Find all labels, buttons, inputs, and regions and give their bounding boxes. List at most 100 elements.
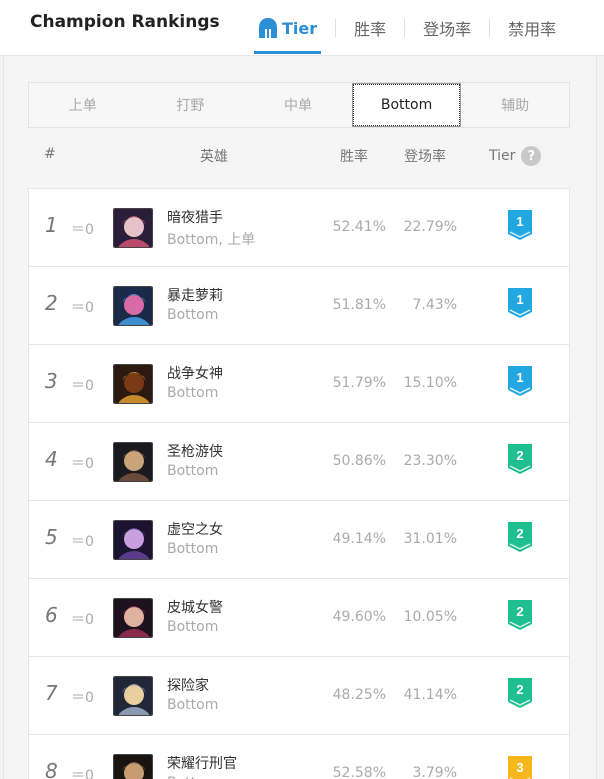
rank-change: ＝0 — [71, 768, 94, 779]
pick-rate: 7.43% — [412, 297, 457, 313]
win-rate: 49.60% — [332, 609, 386, 625]
win-rate: 51.81% — [332, 297, 386, 313]
pick-rate: 41.14% — [403, 687, 457, 703]
tier-value: 2 — [516, 526, 523, 541]
tab-banrate-label: 禁用率 — [508, 20, 557, 39]
tab-winrate-label: 胜率 — [354, 20, 387, 39]
rank-number: 5 — [45, 525, 58, 549]
champion-portrait-icon — [114, 521, 152, 559]
champion-name[interactable]: 圣枪游侠 — [167, 441, 223, 461]
champion-role: Bottom, 上单 — [167, 232, 256, 248]
champion-avatar[interactable] — [113, 754, 153, 779]
rank-change: ＝0 — [71, 534, 94, 550]
position-tab-jungle[interactable]: 打野 — [137, 83, 245, 127]
champion-name[interactable]: 虚空之女 — [167, 519, 223, 539]
tier-value: 3 — [516, 760, 523, 775]
champion-portrait-icon — [114, 599, 152, 637]
position-tabs: 上单 打野 中单 Bottom 辅助 — [28, 82, 570, 128]
tier-badge: 1 — [507, 287, 533, 319]
tier-badge: 2 — [507, 677, 533, 709]
position-tab-bottom[interactable]: Bottom — [351, 83, 462, 127]
column-header-rank: # — [44, 146, 56, 162]
champion-avatar[interactable] — [113, 364, 153, 404]
win-rate: 52.58% — [332, 765, 386, 779]
tier-value: 2 — [516, 682, 523, 697]
tab-tier[interactable]: Tier — [252, 0, 323, 56]
column-header-winrate[interactable]: 胜率 — [340, 146, 368, 166]
rank-number: 8 — [45, 759, 58, 779]
champion-avatar[interactable] — [113, 442, 153, 482]
champion-avatar[interactable] — [113, 520, 153, 560]
tab-divider — [489, 19, 491, 37]
tier-value: 1 — [516, 370, 523, 385]
win-rate: 49.14% — [332, 531, 386, 547]
rank-number: 3 — [45, 369, 58, 393]
tier-badge-icon: 2 — [508, 600, 532, 630]
table-row[interactable]: 6 ＝0 皮城女警 Bottom 49.60% 10.05% 2 — [29, 579, 569, 657]
tier-badge: 1 — [507, 209, 533, 241]
ranking-tabs: Tier 胜率 登场率 禁用率 — [252, 0, 562, 56]
pick-rate: 3.79% — [412, 765, 457, 779]
tab-tier-label: Tier — [282, 18, 318, 38]
champion-role: Bottom — [167, 775, 218, 779]
table-row[interactable]: 1 ＝0 暗夜猎手 Bottom, 上单 52.41% 22.79% 1 — [29, 189, 569, 267]
tab-divider — [404, 19, 406, 37]
champion-name[interactable]: 暴走萝莉 — [167, 285, 223, 305]
champion-portrait-icon — [114, 209, 152, 247]
help-icon[interactable]: ? — [521, 146, 542, 166]
table-row[interactable]: 3 ＝0 战争女神 Bottom 51.79% 15.10% 1 — [29, 345, 569, 423]
position-tab-mid[interactable]: 中单 — [244, 83, 352, 127]
champion-avatar[interactable] — [113, 598, 153, 638]
tier-badge-icon: 1 — [508, 210, 532, 240]
rank-change: ＝0 — [71, 612, 94, 628]
tier-badge-icon: 3 — [508, 756, 532, 779]
tier-badge-icon: 1 — [508, 288, 532, 318]
tier-badge-icon: 1 — [508, 366, 532, 396]
rank-change: ＝0 — [71, 222, 94, 238]
rank-change: ＝0 — [71, 300, 94, 316]
tier-badge: 2 — [507, 443, 533, 475]
rank-change: ＝0 — [71, 456, 94, 472]
pick-rate: 22.79% — [403, 219, 457, 235]
rank-change: ＝0 — [71, 690, 94, 706]
champion-name[interactable]: 暗夜猎手 — [167, 207, 223, 227]
win-rate: 51.79% — [332, 375, 386, 391]
helmet-icon — [259, 18, 277, 38]
position-tab-top[interactable]: 上单 — [29, 83, 137, 127]
column-header-pickrate[interactable]: 登场率 — [404, 146, 446, 166]
champion-name[interactable]: 荣耀行刑官 — [167, 753, 237, 773]
tier-value: 1 — [516, 214, 523, 229]
table-row[interactable]: 5 ＝0 虚空之女 Bottom 49.14% 31.01% 2 — [29, 501, 569, 579]
rank-change: ＝0 — [71, 378, 94, 394]
champion-role: Bottom — [167, 541, 219, 557]
champion-portrait-icon — [114, 443, 152, 481]
champion-avatar[interactable] — [113, 286, 153, 326]
ranking-list: 1 ＝0 暗夜猎手 Bottom, 上单 52.41% 22.79% 1 2 ＝… — [28, 188, 570, 779]
tab-banrate[interactable]: 禁用率 — [502, 0, 562, 56]
tier-badge: 2 — [507, 521, 533, 553]
champion-name[interactable]: 探险家 — [167, 675, 209, 695]
tier-badge-icon: 2 — [508, 522, 532, 552]
table-row[interactable]: 4 ＝0 圣枪游侠 Bottom 50.86% 23.30% 2 — [29, 423, 569, 501]
tier-value: 1 — [516, 292, 523, 307]
champion-avatar[interactable] — [113, 208, 153, 248]
champion-portrait-icon — [114, 287, 152, 325]
win-rate: 50.86% — [332, 453, 386, 469]
table-row[interactable]: 8 ＝0 荣耀行刑官 Bottom 52.58% 3.79% 3 — [29, 735, 569, 779]
column-header-champion: 英雄 — [200, 149, 228, 165]
champion-avatar[interactable] — [113, 676, 153, 716]
tab-divider — [335, 19, 337, 37]
tab-winrate[interactable]: 胜率 — [348, 0, 392, 56]
champion-name[interactable]: 战争女神 — [167, 363, 223, 383]
tab-pickrate[interactable]: 登场率 — [417, 0, 477, 56]
rank-number: 4 — [45, 447, 58, 471]
table-row[interactable]: 7 ＝0 探险家 Bottom 48.25% 41.14% 2 — [29, 657, 569, 735]
champion-role: Bottom — [167, 307, 219, 323]
table-row[interactable]: 2 ＝0 暴走萝莉 Bottom 51.81% 7.43% 1 — [29, 267, 569, 345]
tier-value: 2 — [516, 604, 523, 619]
position-tab-support[interactable]: 辅助 — [461, 83, 569, 127]
champion-role: Bottom — [167, 697, 219, 713]
tab-pickrate-label: 登场率 — [423, 20, 472, 39]
pick-rate: 15.10% — [403, 375, 457, 391]
champion-name[interactable]: 皮城女警 — [167, 597, 223, 617]
